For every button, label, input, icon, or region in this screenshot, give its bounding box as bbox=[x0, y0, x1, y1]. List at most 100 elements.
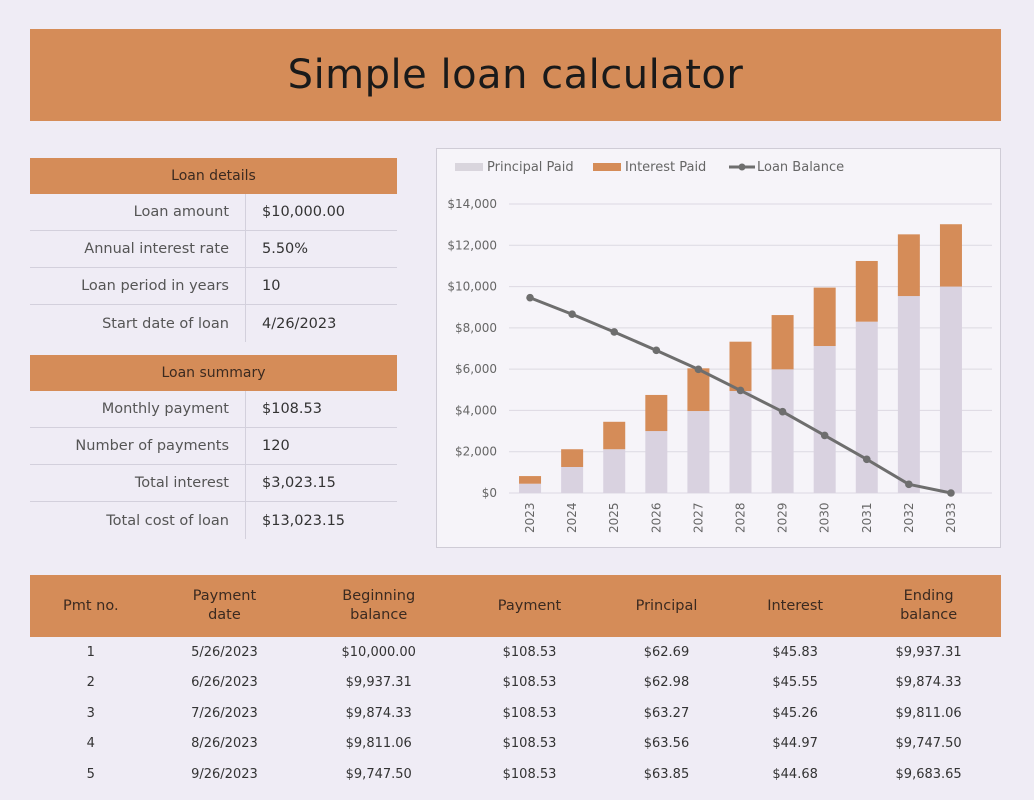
start-date-value[interactable]: 4/26/2023 bbox=[246, 316, 336, 332]
loan-amount-row: Loan amount $10,000.00 bbox=[30, 194, 397, 231]
cell-payment: $108.53 bbox=[502, 705, 557, 721]
principal-bar[interactable] bbox=[939, 286, 962, 493]
balance-point[interactable] bbox=[820, 431, 829, 440]
cell-beginning-balance: $10,000.00 bbox=[341, 644, 416, 660]
cell-pmt-no: 2 bbox=[86, 675, 95, 691]
loan-amount-value[interactable]: $10,000.00 bbox=[246, 204, 345, 220]
cell-interest: $45.83 bbox=[772, 644, 818, 660]
number-of-payments-value: 120 bbox=[262, 438, 290, 454]
row-label: Number of payments bbox=[30, 428, 246, 464]
y-tick-label: $2,000 bbox=[455, 445, 497, 459]
y-tick-label: $8,000 bbox=[455, 321, 497, 335]
principal-bar[interactable] bbox=[855, 321, 878, 493]
table-row: 1 5/26/2023 $10,000.00 $108.53 $62.69 $45.83 $… bbox=[30, 637, 1001, 668]
cell-ending-balance: $9,937.31 bbox=[895, 644, 962, 660]
y-tick-label: $12,000 bbox=[447, 238, 497, 252]
x-tick-label: 2031 bbox=[860, 502, 874, 533]
interest-bar[interactable] bbox=[645, 394, 668, 432]
monthly-payment-row: Monthly payment $108.53 bbox=[30, 391, 397, 428]
interest-bar[interactable] bbox=[771, 315, 794, 370]
cell-payment-date: 6/26/2023 bbox=[191, 675, 258, 691]
title-banner: Simple loan calculator bbox=[30, 29, 1001, 121]
principal-bar[interactable] bbox=[603, 449, 626, 493]
interest-bar[interactable] bbox=[939, 224, 962, 287]
cell-payment-date: 9/26/2023 bbox=[191, 766, 258, 782]
principal-bar[interactable] bbox=[519, 483, 542, 493]
total-interest-value: $3,023.15 bbox=[262, 475, 336, 491]
legend-principal-swatch bbox=[455, 163, 483, 171]
balance-point[interactable] bbox=[905, 480, 913, 489]
legend-balance-label: Loan Balance bbox=[757, 160, 844, 175]
x-tick-label: 2024 bbox=[565, 502, 579, 533]
payment-schedule-table: Pmt no. Payment date Beginning balance Paym… bbox=[30, 575, 1001, 790]
loan-chart[interactable]: Principal Paid Interest Paid Loan Balanc… bbox=[436, 148, 1001, 548]
balance-point[interactable] bbox=[947, 489, 955, 497]
cell-beginning-balance: $9,874.33 bbox=[345, 705, 412, 721]
cell-principal: $63.27 bbox=[643, 705, 690, 721]
loan-summary-table: Loan summary Monthly payment $108.53 Num… bbox=[30, 355, 397, 539]
cell-principal: $63.56 bbox=[643, 736, 690, 752]
schedule-header-row: Pmt no. Payment date Beginning balance Paym… bbox=[30, 575, 1001, 637]
cell-ending-balance: $9,747.50 bbox=[895, 736, 962, 752]
interest-rate-value[interactable]: 5.50% bbox=[246, 241, 308, 257]
x-tick-label: 2025 bbox=[607, 502, 621, 533]
legend-interest-swatch bbox=[593, 163, 621, 171]
cell-principal: $62.98 bbox=[643, 675, 690, 691]
loan-details-header: Loan details bbox=[30, 158, 397, 194]
y-tick-label: $0 bbox=[482, 486, 497, 500]
column-header-payment: Payment bbox=[460, 575, 599, 637]
balance-point[interactable] bbox=[526, 293, 534, 302]
principal-bar[interactable] bbox=[771, 369, 794, 493]
principal-bar[interactable] bbox=[729, 391, 752, 493]
cell-beginning-balance: $9,811.06 bbox=[345, 736, 412, 752]
cell-payment: $108.53 bbox=[502, 675, 557, 691]
table-row: 5 9/26/2023 $9,747.50 $108.53 $63.85 $44.68 $9… bbox=[30, 759, 1001, 790]
interest-bar[interactable] bbox=[813, 287, 836, 347]
legend-principal-label: Principal Paid bbox=[487, 160, 574, 175]
loan-details-table: Loan details Loan amount $10,000.00 Annu… bbox=[30, 158, 397, 342]
cell-payment-date: 5/26/2023 bbox=[191, 644, 258, 660]
cell-ending-balance: $9,683.65 bbox=[895, 766, 962, 782]
monthly-payment-value: $108.53 bbox=[262, 401, 322, 417]
principal-bar[interactable] bbox=[561, 466, 584, 493]
balance-point[interactable] bbox=[610, 328, 619, 336]
row-label: Total interest bbox=[30, 465, 246, 501]
interest-rate-row: Annual interest rate 5.50% bbox=[30, 231, 397, 268]
row-label: Total cost of loan bbox=[30, 502, 246, 539]
loan-summary-header: Loan summary bbox=[30, 355, 397, 391]
principal-bar[interactable] bbox=[645, 431, 668, 493]
interest-bar[interactable] bbox=[603, 421, 626, 450]
interest-bar[interactable] bbox=[519, 476, 542, 484]
total-cost-row: Total cost of loan $13,023.15 bbox=[30, 502, 397, 539]
interest-bar[interactable] bbox=[855, 260, 878, 322]
start-date-row: Start date of loan 4/26/2023 bbox=[30, 305, 397, 342]
x-tick-label: 2026 bbox=[649, 502, 663, 533]
interest-bar[interactable] bbox=[729, 341, 752, 392]
x-tick-label: 2028 bbox=[734, 502, 748, 533]
number-of-payments-row: Number of payments 120 bbox=[30, 428, 397, 465]
principal-bar[interactable] bbox=[897, 296, 920, 493]
balance-point[interactable] bbox=[862, 455, 871, 464]
y-axis-labels: $0 $2,000 $4,000 $6,000 $8,000 $10,000 $12,000… bbox=[447, 197, 497, 500]
cell-payment: $108.53 bbox=[502, 644, 557, 660]
balance-point[interactable] bbox=[694, 365, 703, 374]
balance-point[interactable] bbox=[778, 407, 787, 416]
cell-interest: $44.97 bbox=[772, 736, 818, 752]
balance-point[interactable] bbox=[652, 346, 661, 355]
x-tick-label: 2023 bbox=[523, 502, 537, 533]
principal-bar[interactable] bbox=[687, 411, 710, 493]
interest-bar[interactable] bbox=[561, 449, 584, 467]
y-tick-label: $4,000 bbox=[455, 403, 497, 417]
y-tick-label: $14,000 bbox=[447, 197, 497, 211]
table-row: 4 8/26/2023 $9,811.06 $108.53 $63.56 $44.97 $9… bbox=[30, 729, 1001, 760]
balance-point[interactable] bbox=[568, 310, 576, 319]
principal-bar[interactable] bbox=[813, 346, 836, 493]
balance-point[interactable] bbox=[736, 386, 745, 395]
interest-bar[interactable] bbox=[897, 234, 920, 297]
loan-period-value[interactable]: 10 bbox=[246, 278, 280, 294]
cell-ending-balance: $9,811.06 bbox=[895, 705, 962, 721]
row-label: Monthly payment bbox=[30, 391, 246, 427]
x-tick-label: 2030 bbox=[818, 502, 832, 533]
x-tick-label: 2033 bbox=[944, 502, 958, 533]
row-label: Start date of loan bbox=[30, 305, 246, 342]
